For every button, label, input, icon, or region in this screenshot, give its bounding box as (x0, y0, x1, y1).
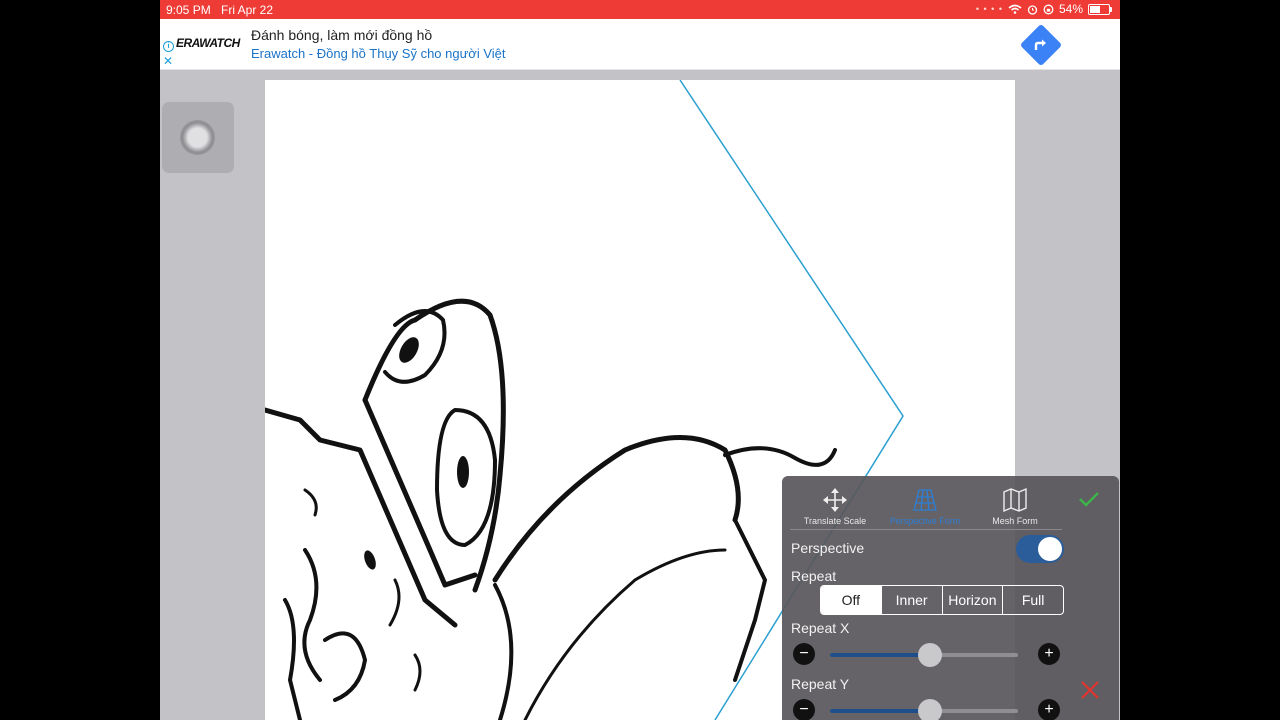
repeat-segmented-control: Off Inner Horizon Full (820, 585, 1064, 615)
repeat-option-off[interactable]: Off (821, 586, 881, 614)
slider-thumb[interactable] (917, 643, 942, 667)
status-date: Fri Apr 22 (221, 3, 274, 17)
repeat-y-minus-button[interactable]: − (793, 699, 815, 720)
battery-icon (1088, 3, 1112, 15)
battery-percent: 54% (1058, 2, 1083, 16)
repeat-x-label: Repeat X (791, 620, 850, 636)
repeat-option-inner[interactable]: Inner (880, 586, 942, 614)
repeat-y-plus-button[interactable]: + (1038, 699, 1060, 720)
ipad-screen: 9:05 PM Fri Apr 22 • • • • 54% i ✕ ERAWA… (160, 0, 1120, 720)
wifi-icon (1008, 4, 1022, 14)
cancel-button[interactable] (1080, 680, 1100, 705)
toggle-thumb (1038, 537, 1062, 561)
multitasking-dots-icon: • • • • (975, 4, 1003, 14)
map-fold-icon (1003, 487, 1027, 513)
directions-arrow-icon (1034, 39, 1046, 50)
repeat-y-label: Repeat Y (791, 676, 850, 692)
confirm-button[interactable] (1078, 490, 1100, 513)
repeat-x-plus-button[interactable]: + (1038, 643, 1060, 665)
transform-panel: Translate Scale Perspective Form Mesh Fo… (782, 476, 1119, 720)
repeat-x-minus-button[interactable]: − (793, 643, 815, 665)
assistive-touch-button[interactable] (162, 102, 234, 173)
ad-title[interactable]: Đánh bóng, làm mới đồng hồ (251, 27, 432, 43)
status-indicators: • • • • 54% (975, 2, 1112, 16)
ad-banner[interactable]: i ✕ ERAWATCH Đánh bóng, làm mới đồng hồ … (160, 19, 1120, 70)
close-x-icon (1081, 681, 1099, 699)
perspective-grid-icon (913, 489, 937, 511)
perspective-label: Perspective (791, 540, 865, 556)
ad-cta-button[interactable] (1019, 23, 1063, 67)
panel-divider (790, 529, 1062, 530)
alarm-icon (1027, 4, 1038, 15)
checkmark-icon (1079, 492, 1099, 507)
status-bar: 9:05 PM Fri Apr 22 • • • • 54% (160, 0, 1120, 19)
tool-perspective-form[interactable]: Perspective Form (880, 487, 970, 526)
tool-label: Perspective Form (889, 516, 961, 526)
close-icon[interactable]: ✕ (163, 54, 173, 68)
ad-subtitle[interactable]: Erawatch - Đồng hồ Thụy Sỹ cho người Việ… (251, 46, 506, 61)
assistive-touch-knob (180, 120, 215, 155)
slider-thumb[interactable] (917, 699, 942, 720)
repeat-option-horizon[interactable]: Horizon (941, 586, 1003, 614)
tool-translate-scale[interactable]: Translate Scale (790, 487, 880, 526)
slider-fill (830, 709, 930, 713)
tool-mesh-form[interactable]: Mesh Form (970, 487, 1060, 526)
repeat-label: Repeat (791, 568, 837, 584)
ad-logo: ERAWATCH (176, 36, 240, 50)
slider-fill (830, 653, 930, 657)
perspective-toggle[interactable] (1016, 535, 1064, 563)
orientation-lock-icon (1043, 4, 1054, 14)
move-arrows-icon (823, 488, 847, 512)
repeat-y-slider[interactable] (830, 699, 1018, 720)
sketch-drawing (265, 298, 837, 720)
repeat-option-full[interactable]: Full (1002, 586, 1063, 614)
repeat-x-slider[interactable] (830, 643, 1018, 667)
info-icon[interactable]: i (163, 41, 174, 52)
tool-label: Translate Scale (803, 516, 867, 526)
status-time: 9:05 PM (166, 3, 211, 17)
tool-label: Mesh Form (992, 516, 1038, 526)
